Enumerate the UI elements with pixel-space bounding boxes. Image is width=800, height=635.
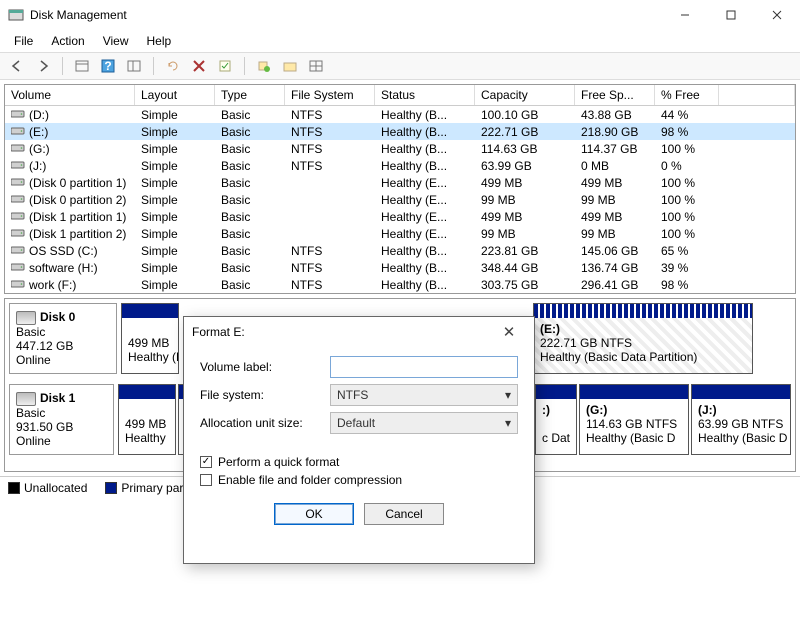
- menu-view[interactable]: View: [95, 32, 137, 50]
- col-status[interactable]: Status: [375, 85, 475, 105]
- volume-label-input[interactable]: [330, 356, 518, 378]
- dialog-close-button[interactable]: ✕: [492, 323, 526, 341]
- disk-label[interactable]: Disk 1Basic931.50 GBOnline: [9, 384, 114, 455]
- table-header[interactable]: Volume Layout Type File System Status Ca…: [5, 85, 795, 106]
- allocation-select[interactable]: Default▾: [330, 412, 518, 434]
- table-row[interactable]: work (F:)SimpleBasicNTFSHealthy (B...303…: [5, 276, 795, 293]
- allocation-label: Allocation unit size:: [200, 416, 330, 430]
- back-button[interactable]: [6, 55, 28, 77]
- partition[interactable]: (E:)222.71 GB NTFSHealthy (Basic Data Pa…: [533, 303, 753, 374]
- table-row[interactable]: (Disk 0 partition 2)SimpleBasicHealthy (…: [5, 191, 795, 208]
- menu-help[interactable]: Help: [139, 32, 180, 50]
- maximize-button[interactable]: [708, 0, 754, 30]
- chevron-down-icon: ▾: [505, 388, 511, 402]
- app-icon: [8, 7, 24, 23]
- table-row[interactable]: (D:)SimpleBasicNTFSHealthy (B...100.10 G…: [5, 106, 795, 123]
- filesystem-label: File system:: [200, 388, 330, 402]
- partition[interactable]: (G:)114.63 GB NTFSHealthy (Basic D: [579, 384, 689, 455]
- folder-icon[interactable]: [279, 55, 301, 77]
- filesystem-select[interactable]: NTFS▾: [330, 384, 518, 406]
- volume-icon: [11, 109, 25, 119]
- table-row[interactable]: OS SSD (C:)SimpleBasicNTFSHealthy (B...2…: [5, 242, 795, 259]
- quick-format-checkbox[interactable]: ✓Perform a quick format: [200, 455, 518, 469]
- cancel-button[interactable]: Cancel: [364, 503, 444, 525]
- table-row[interactable]: software (H:)SimpleBasicNTFSHealthy (B..…: [5, 259, 795, 276]
- refresh-icon[interactable]: [162, 55, 184, 77]
- help-icon[interactable]: ?: [97, 55, 119, 77]
- partition[interactable]: 499 MBHealthy: [118, 384, 176, 455]
- menu-action[interactable]: Action: [43, 32, 92, 50]
- col-layout[interactable]: Layout: [135, 85, 215, 105]
- list-icon[interactable]: [71, 55, 93, 77]
- partition[interactable]: (J:)63.99 GB NTFSHealthy (Basic D: [691, 384, 791, 455]
- disk-icon: [16, 311, 36, 325]
- menubar: File Action View Help: [0, 30, 800, 52]
- minimize-button[interactable]: [662, 0, 708, 30]
- col-free[interactable]: Free Sp...: [575, 85, 655, 105]
- disk-label[interactable]: Disk 0Basic447.12 GBOnline: [9, 303, 117, 374]
- volume-table: Volume Layout Type File System Status Ca…: [4, 84, 796, 294]
- volume-icon: [11, 126, 25, 136]
- volume-icon: [11, 194, 25, 204]
- volume-icon: [11, 279, 25, 289]
- table-row[interactable]: (Disk 1 partition 1)SimpleBasicHealthy (…: [5, 208, 795, 225]
- delete-icon[interactable]: [188, 55, 210, 77]
- volume-icon: [11, 143, 25, 153]
- layout-icon[interactable]: [123, 55, 145, 77]
- toolbar: ?: [0, 52, 800, 80]
- format-dialog: Format E: ✕ Volume label: File system: N…: [183, 316, 535, 564]
- table-icon[interactable]: [305, 55, 327, 77]
- compression-checkbox[interactable]: Enable file and folder compression: [200, 473, 518, 487]
- window-title: Disk Management: [30, 8, 662, 22]
- disk-icon: [16, 392, 36, 406]
- table-row[interactable]: (Disk 0 partition 1)SimpleBasicHealthy (…: [5, 174, 795, 191]
- svg-text:?: ?: [104, 59, 111, 73]
- col-fs[interactable]: File System: [285, 85, 375, 105]
- volume-icon: [11, 228, 25, 238]
- ok-button[interactable]: OK: [274, 503, 354, 525]
- col-volume[interactable]: Volume: [5, 85, 135, 105]
- dialog-title: Format E:: [192, 325, 492, 339]
- volume-icon: [11, 211, 25, 221]
- close-button[interactable]: [754, 0, 800, 30]
- table-row[interactable]: (G:)SimpleBasicNTFSHealthy (B...114.63 G…: [5, 140, 795, 157]
- volume-icon: [11, 245, 25, 255]
- forward-button[interactable]: [32, 55, 54, 77]
- add-icon[interactable]: [253, 55, 275, 77]
- partition[interactable]: :)c Dat: [535, 384, 577, 455]
- legend-unallocated: Unallocated: [8, 481, 87, 495]
- col-type[interactable]: Type: [215, 85, 285, 105]
- table-row[interactable]: (E:)SimpleBasicNTFSHealthy (B...222.71 G…: [5, 123, 795, 140]
- properties-icon[interactable]: [214, 55, 236, 77]
- volume-icon: [11, 262, 25, 272]
- partition[interactable]: 499 MBHealthy (Re: [121, 303, 179, 374]
- chevron-down-icon: ▾: [505, 416, 511, 430]
- table-row[interactable]: (J:)SimpleBasicNTFSHealthy (B...63.99 GB…: [5, 157, 795, 174]
- volume-label-label: Volume label:: [200, 360, 330, 374]
- titlebar: Disk Management: [0, 0, 800, 30]
- col-pfree[interactable]: % Free: [655, 85, 719, 105]
- col-capacity[interactable]: Capacity: [475, 85, 575, 105]
- volume-icon: [11, 177, 25, 187]
- table-row[interactable]: (Disk 1 partition 2)SimpleBasicHealthy (…: [5, 225, 795, 242]
- menu-file[interactable]: File: [6, 32, 41, 50]
- volume-icon: [11, 160, 25, 170]
